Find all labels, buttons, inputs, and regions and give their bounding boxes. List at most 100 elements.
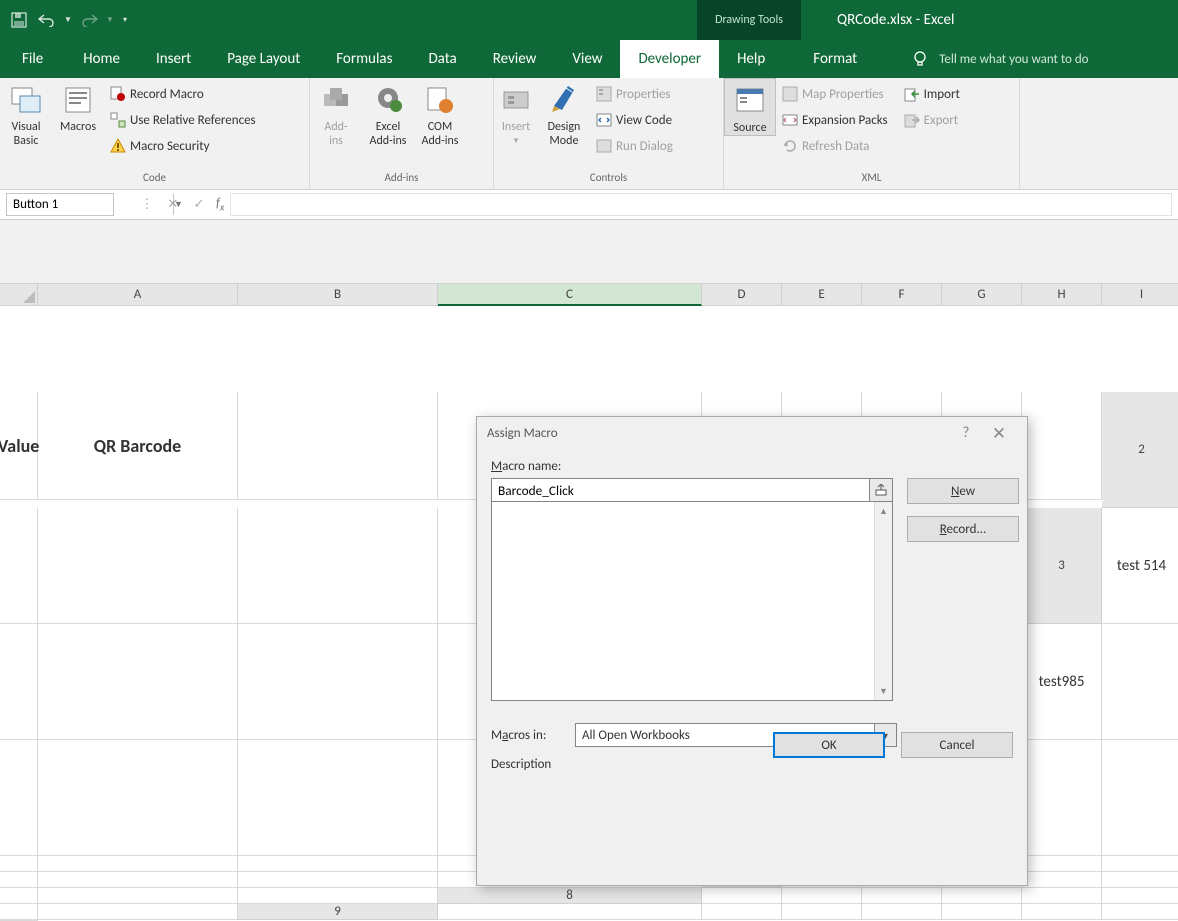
cancel-button[interactable]: Cancel <box>901 732 1013 758</box>
cell-I1[interactable] <box>1022 392 1102 500</box>
tab-formulas[interactable]: Formulas <box>318 40 410 78</box>
scroll-up-icon[interactable]: ▲ <box>875 502 892 520</box>
dialog-close-icon[interactable]: ✕ <box>981 423 1017 444</box>
col-header-D[interactable]: D <box>702 284 782 306</box>
tab-format[interactable]: Format <box>783 40 887 78</box>
col-header-G[interactable]: G <box>942 284 1022 306</box>
cell-B4[interactable] <box>1102 624 1178 740</box>
cell-D4[interactable] <box>0 740 38 856</box>
fx-icon[interactable]: fx <box>216 196 224 214</box>
macro-name-label: Macro name: <box>491 459 1013 474</box>
listbox-scrollbar[interactable]: ▲ ▼ <box>874 502 892 700</box>
run-dialog-icon <box>596 138 612 154</box>
tab-developer[interactable]: Developer <box>620 40 719 78</box>
dialog-help-icon[interactable]: ? <box>951 424 981 442</box>
save-icon[interactable] <box>6 8 32 32</box>
macro-name-input[interactable] <box>491 478 869 502</box>
redo-icon[interactable] <box>76 8 102 32</box>
view-code-button[interactable]: View Code <box>592 108 677 132</box>
col-header-I[interactable]: I <box>1102 284 1178 306</box>
design-mode-button[interactable]: Design Mode <box>538 78 590 148</box>
use-relative-references-button[interactable]: Use Relative References <box>106 108 260 132</box>
lightbulb-icon <box>911 50 929 68</box>
col-header-C[interactable]: C <box>438 284 702 306</box>
ribbon-tabs: File Home Insert Page Layout Formulas Da… <box>0 40 1178 78</box>
cell-B2[interactable] <box>0 508 38 624</box>
tab-page-layout[interactable]: Page Layout <box>209 40 318 78</box>
cell-A3[interactable]: test 514 <box>1102 508 1178 624</box>
macros-icon <box>62 84 94 116</box>
formula-bar-dots: ⋮ <box>134 193 160 216</box>
document-title: QRCode.xlsx - Excel <box>801 11 954 29</box>
undo-icon[interactable] <box>34 8 60 32</box>
macros-in-label: Macros in: <box>491 728 565 743</box>
tab-data[interactable]: Data <box>410 40 474 78</box>
name-box[interactable]: ▼ <box>6 193 114 216</box>
tab-insert[interactable]: Insert <box>138 40 209 78</box>
group-label-controls: Controls <box>494 171 723 189</box>
addins-icon <box>320 84 352 116</box>
insert-control-button: Insert ▼ <box>494 78 538 148</box>
com-addins-button[interactable]: COM Add-ins <box>414 78 466 148</box>
tab-review[interactable]: Review <box>475 40 555 78</box>
tell-me-label: Tell me what you want to do <box>939 52 1088 67</box>
macro-security-button[interactable]: Macro Security <box>106 134 260 158</box>
select-all-button[interactable] <box>0 284 38 306</box>
row-header-2[interactable]: 2 <box>1102 392 1178 508</box>
formula-input[interactable] <box>230 193 1172 216</box>
macros-button[interactable]: Macros <box>52 78 104 134</box>
tab-help[interactable]: Help <box>719 40 783 78</box>
cell-E4[interactable] <box>38 740 238 856</box>
redo-dropdown-icon[interactable]: ▼ <box>104 8 116 32</box>
cell-D2[interactable] <box>238 508 438 624</box>
excel-addins-icon <box>372 84 404 116</box>
cell-E3[interactable] <box>238 624 438 740</box>
col-header-A[interactable]: A <box>38 284 238 306</box>
record-button[interactable]: Record... <box>907 516 1019 542</box>
dialog-titlebar[interactable]: Assign Macro ? ✕ <box>477 417 1027 449</box>
assign-macro-dialog: Assign Macro ? ✕ Macro name: ▲ ▼ <box>476 416 1028 886</box>
new-button[interactable]: New <box>907 478 1019 504</box>
record-macro-button[interactable]: Record Macro <box>106 82 260 106</box>
cell-C3[interactable] <box>0 624 38 740</box>
run-dialog-button: Run Dialog <box>592 134 677 158</box>
col-header-H[interactable]: H <box>1022 284 1102 306</box>
expansion-packs-button[interactable]: Expansion Packs <box>778 108 892 132</box>
visual-basic-button[interactable]: Visual Basic <box>0 78 52 148</box>
group-label-code: Code <box>0 171 309 189</box>
source-button[interactable]: Source <box>724 78 776 136</box>
collapse-dialog-icon[interactable] <box>869 478 893 502</box>
export-button: Export <box>900 108 964 132</box>
qat-customize-icon[interactable]: ▾ <box>118 8 132 32</box>
row-header-9[interactable]: 9 <box>238 904 438 920</box>
undo-dropdown-icon[interactable]: ▼ <box>62 8 74 32</box>
cell-C2[interactable] <box>38 508 238 624</box>
com-addins-icon <box>424 84 456 116</box>
cancel-formula-icon: ✕ <box>160 193 186 216</box>
ok-button[interactable]: OK <box>773 732 885 758</box>
row-header-8[interactable]: 8 <box>438 888 702 904</box>
cell-D3[interactable] <box>38 624 238 740</box>
tab-home[interactable]: Home <box>65 40 138 78</box>
cell-F4[interactable] <box>238 740 438 856</box>
cell-C1[interactable] <box>238 392 438 500</box>
tell-me-search[interactable]: Tell me what you want to do <box>887 40 1088 78</box>
tab-file[interactable]: File <box>0 40 65 78</box>
col-header-B[interactable]: B <box>238 284 438 306</box>
col-header-E[interactable]: E <box>782 284 862 306</box>
refresh-data-icon <box>782 138 798 154</box>
cell-A1[interactable]: Value <box>0 392 38 500</box>
excel-addins-button[interactable]: Excel Add-ins <box>362 78 414 148</box>
tab-view[interactable]: View <box>554 40 620 78</box>
title-bar: ▼ ▼ ▾ Drawing Tools QRCode.xlsx - Excel <box>0 0 1178 40</box>
properties-button: Properties <box>592 82 677 106</box>
cell-B1[interactable]: QR Barcode <box>38 392 238 500</box>
col-header-F[interactable]: F <box>862 284 942 306</box>
refresh-data-button: Refresh Data <box>778 134 892 158</box>
row-header-3[interactable]: 3 <box>1022 508 1102 624</box>
scroll-down-icon[interactable]: ▼ <box>875 682 892 700</box>
macro-listbox[interactable]: ▲ ▼ <box>491 501 893 701</box>
record-macro-icon <box>110 86 126 102</box>
cell-A4[interactable]: test985 <box>1022 624 1102 740</box>
import-button[interactable]: Import <box>900 82 964 106</box>
